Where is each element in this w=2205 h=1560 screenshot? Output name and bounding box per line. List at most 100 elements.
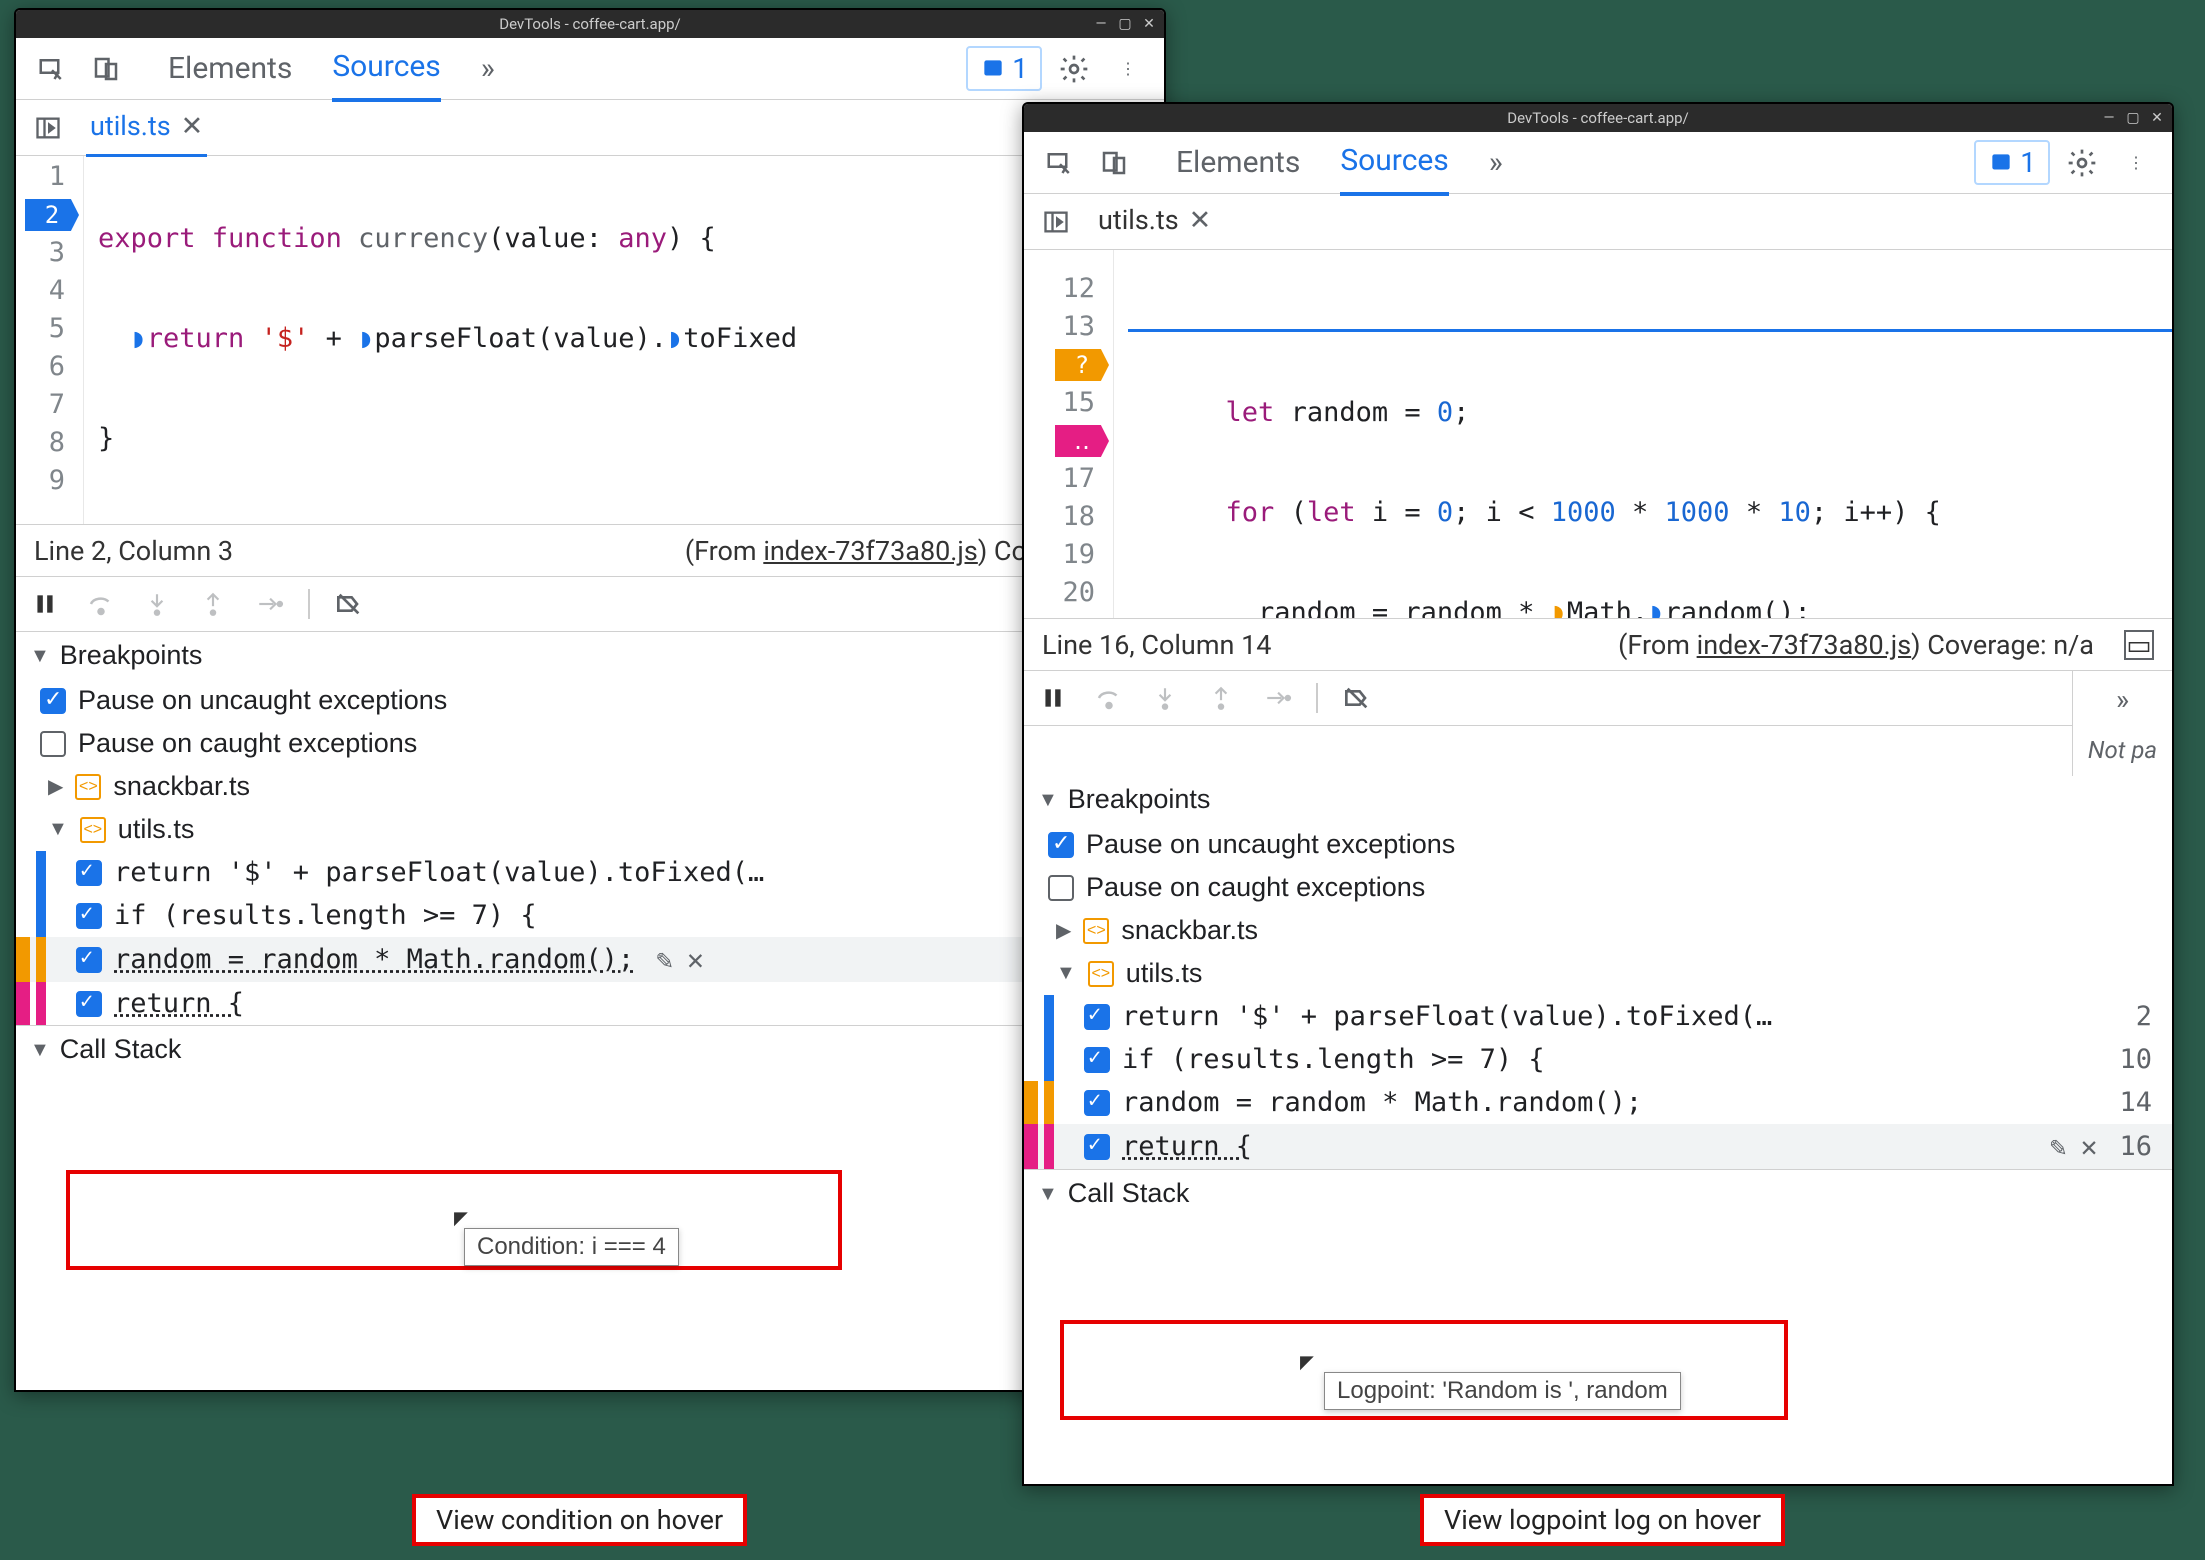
logpoint-marker-icon[interactable]: ‥ 16: [1055, 425, 1109, 457]
navigator-toggle-icon[interactable]: [30, 110, 66, 146]
bp-row-1[interactable]: return '$' + parseFloat(value).toFixed(……: [16, 851, 1164, 894]
pause-caught-row[interactable]: Pause on caught exceptions: [16, 722, 1164, 765]
checkbox-icon[interactable]: [1084, 1047, 1110, 1073]
step-over-icon[interactable]: [84, 587, 118, 621]
file-tab-utils[interactable]: utils.ts ✕: [86, 98, 207, 157]
device-icon[interactable]: [1092, 141, 1136, 185]
file-tab-close-icon[interactable]: ✕: [1189, 204, 1212, 236]
bp-row-2[interactable]: if (results.length >= 7) { 10: [1024, 1038, 2172, 1081]
checkbox-icon[interactable]: [1084, 1004, 1110, 1030]
checkbox-icon[interactable]: [40, 731, 66, 757]
minimize-icon[interactable]: —: [2098, 108, 2120, 128]
bp-row-3[interactable]: random = random * Math.random(); ✎ ✕ 14: [16, 937, 1164, 982]
file-tab-utils[interactable]: utils.ts ✕: [1094, 192, 1215, 251]
navigator-toggle-icon[interactable]: [1038, 204, 1074, 240]
checkbox-icon[interactable]: [76, 860, 102, 886]
close-icon[interactable]: ✕: [2146, 108, 2168, 128]
maximize-icon[interactable]: ▢: [1114, 14, 1136, 34]
coverage-toggle-icon[interactable]: ▭: [2124, 630, 2154, 660]
line-number[interactable]: 4: [49, 275, 65, 306]
checkbox-icon[interactable]: [76, 991, 102, 1017]
tab-elements[interactable]: Elements: [1176, 131, 1300, 194]
checkbox-icon[interactable]: [76, 903, 102, 929]
issues-badge[interactable]: 1: [1974, 140, 2050, 185]
checkbox-icon[interactable]: [76, 947, 102, 973]
breakpoint-marker-icon[interactable]: 2: [25, 199, 79, 231]
line-number[interactable]: 18: [1062, 501, 1095, 532]
settings-icon[interactable]: [1052, 47, 1096, 91]
window-titlebar[interactable]: DevTools - coffee-cart.app/ — ▢ ✕: [1024, 104, 2172, 132]
line-number[interactable]: 20: [1062, 577, 1095, 608]
step-into-icon[interactable]: [1148, 681, 1182, 715]
file-tab-close-icon[interactable]: ✕: [181, 110, 204, 142]
bp-row-2[interactable]: if (results.length >= 7) { 10: [16, 894, 1164, 937]
step-icon[interactable]: [1260, 681, 1294, 715]
line-number[interactable]: 12: [1062, 273, 1095, 304]
close-icon[interactable]: ✕: [1138, 14, 1160, 34]
line-number[interactable]: 17: [1062, 463, 1095, 494]
maximize-icon[interactable]: ▢: [2122, 108, 2144, 128]
bp-row-3[interactable]: random = random * Math.random(); 14: [1024, 1081, 2172, 1124]
line-number[interactable]: 9: [49, 465, 65, 496]
deactivate-breakpoints-icon[interactable]: [1340, 681, 1374, 715]
issues-badge[interactable]: 1: [966, 46, 1042, 91]
line-number[interactable]: 19: [1062, 539, 1095, 570]
pause-icon[interactable]: [28, 587, 62, 621]
callstack-header[interactable]: ▼ Call Stack: [16, 1025, 1164, 1073]
step-over-icon[interactable]: [1092, 681, 1126, 715]
source-link[interactable]: index-73f73a80.js: [763, 535, 978, 567]
bp-file-utils[interactable]: ▼ <> utils.ts: [1024, 952, 2172, 995]
step-icon[interactable]: [252, 587, 286, 621]
line-number[interactable]: 8: [49, 427, 65, 458]
code-editor[interactable]: 12 13 ? 14 15 ‥ 16 17 18 19 20 let rando…: [1024, 250, 2172, 618]
deactivate-breakpoints-icon[interactable]: [332, 587, 366, 621]
breakpoints-header[interactable]: ▼ Breakpoints: [16, 632, 1164, 679]
pause-icon[interactable]: [1036, 681, 1070, 715]
line-number[interactable]: 13: [1062, 311, 1095, 342]
line-number[interactable]: 1: [49, 161, 65, 192]
remove-icon[interactable]: ✕: [2081, 1130, 2098, 1163]
kebab-icon[interactable]: ⋮: [2114, 141, 2158, 185]
callstack-header[interactable]: ▼ Call Stack: [1024, 1169, 2172, 1217]
checkbox-icon[interactable]: [1048, 875, 1074, 901]
line-number[interactable]: 3: [49, 237, 65, 268]
step-out-icon[interactable]: [196, 587, 230, 621]
step-out-icon[interactable]: [1204, 681, 1238, 715]
inspect-icon[interactable]: [1038, 141, 1082, 185]
conditional-bp-marker-icon[interactable]: ? 14: [1055, 349, 1109, 381]
remove-icon[interactable]: ✕: [687, 943, 704, 976]
bp-file-snackbar[interactable]: ▶ <> snackbar.ts: [16, 765, 1164, 808]
bp-file-snackbar[interactable]: ▶ <> snackbar.ts: [1024, 909, 2172, 952]
bp-row-1[interactable]: return '$' + parseFloat(value).toFixed(……: [1024, 995, 2172, 1038]
line-number[interactable]: 6: [49, 351, 65, 382]
pause-uncaught-row[interactable]: Pause on uncaught exceptions: [1024, 823, 2172, 866]
kebab-icon[interactable]: ⋮: [1106, 47, 1150, 91]
checkbox-icon[interactable]: [40, 688, 66, 714]
checkbox-icon[interactable]: [1048, 832, 1074, 858]
checkbox-icon[interactable]: [1084, 1134, 1110, 1160]
bp-file-utils[interactable]: ▼ <> utils.ts: [16, 808, 1164, 851]
source-link[interactable]: index-73f73a80.js: [1697, 629, 1912, 661]
bp-row-4[interactable]: return { 16: [16, 982, 1164, 1025]
pencil-icon[interactable]: ✎: [656, 943, 673, 976]
pause-caught-row[interactable]: Pause on caught exceptions: [1024, 866, 2172, 909]
breakpoints-header[interactable]: ▼ Breakpoints: [1024, 776, 2172, 823]
line-number[interactable]: 15: [1062, 387, 1095, 418]
step-into-icon[interactable]: [140, 587, 174, 621]
tab-sources[interactable]: Sources: [332, 35, 440, 102]
line-gutter[interactable]: 12 13 ? 14 15 ‥ 16 17 18 19 20: [1024, 250, 1114, 618]
settings-icon[interactable]: [2060, 141, 2104, 185]
code-body[interactable]: export function currency(value: any) { ◗…: [84, 156, 1164, 524]
window-titlebar[interactable]: DevTools - coffee-cart.app/ — ▢ ✕: [16, 10, 1164, 38]
more-tabs-icon[interactable]: »: [481, 51, 495, 86]
inspect-icon[interactable]: [30, 47, 74, 91]
bp-row-4[interactable]: return { ✎ ✕ 16: [1024, 1124, 2172, 1169]
line-gutter[interactable]: 1 2 3 4 5 6 7 8 9: [16, 156, 84, 524]
code-editor[interactable]: 1 2 3 4 5 6 7 8 9 export function curren…: [16, 156, 1164, 524]
line-number[interactable]: 7: [49, 389, 65, 420]
tab-sources[interactable]: Sources: [1340, 129, 1448, 196]
checkbox-icon[interactable]: [1084, 1090, 1110, 1116]
pause-uncaught-row[interactable]: Pause on uncaught exceptions: [16, 679, 1164, 722]
code-body[interactable]: let random = 0; for (let i = 0; i < 1000…: [1114, 250, 2172, 618]
minimize-icon[interactable]: —: [1090, 14, 1112, 34]
